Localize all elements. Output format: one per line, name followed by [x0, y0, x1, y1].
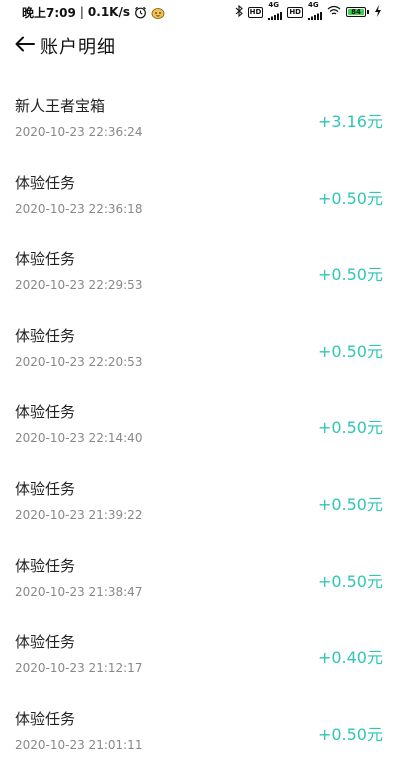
hd-badge-2: HD	[287, 6, 303, 18]
record-title: 新人王者宝箱	[15, 97, 106, 115]
record-title: 体验任务	[15, 479, 76, 498]
back-button[interactable]	[10, 31, 40, 61]
record-amount: +0.50元	[317, 418, 383, 438]
record-item[interactable]: 体验任务 2020-10-23 22:36:18 +0.50元	[0, 155, 394, 232]
record-item[interactable]: 体验任务 2020-10-23 21:38:47 +0.50元	[0, 538, 394, 615]
record-time: 2020-10-23 21:01:11	[15, 737, 143, 752]
record-time: 2020-10-23 21:38:47	[15, 584, 143, 599]
battery-body: 84	[346, 7, 366, 17]
record-item[interactable]: 体验任务 2020-10-23 22:14:40 +0.50元	[0, 384, 394, 461]
signal-icon-2	[308, 9, 322, 23]
record-time: 2020-10-23 22:20:53	[15, 354, 143, 369]
record-title: 体验任务	[15, 633, 76, 652]
status-bar: 晚上7:09 | 0.1K/s HD 4G HD 4G 84	[0, 0, 394, 24]
record-amount: +0.50元	[317, 341, 383, 361]
record-amount: +0.50元	[317, 494, 383, 514]
record-title: 体验任务	[15, 250, 76, 269]
wifi-icon	[327, 5, 341, 19]
record-item[interactable]: 体验任务 2020-10-23 21:12:17 +0.40元	[0, 614, 394, 691]
status-separator: |	[79, 5, 84, 19]
account-records-list: 新人王者宝箱 2020-10-23 22:36:24 +3.16元 体验任务 2…	[0, 78, 394, 767]
arrow-left-icon	[15, 36, 35, 56]
record-item[interactable]: 体验任务 2020-10-23 22:20:53 +0.50元	[0, 308, 394, 385]
record-amount: +0.50元	[317, 724, 383, 744]
record-amount: +0.50元	[317, 188, 383, 208]
alarm-clock-icon	[134, 6, 147, 19]
battery-level: 84	[348, 8, 364, 16]
page-title: 账户明细	[40, 37, 116, 58]
signal-group-1: 4G	[268, 1, 283, 23]
record-title: 体验任务	[15, 326, 76, 345]
record-time: 2020-10-23 22:14:40	[15, 431, 143, 446]
record-title: 体验任务	[15, 709, 76, 728]
lightning-icon	[374, 4, 382, 20]
signal-group-2: 4G	[308, 1, 322, 23]
record-amount: +0.50元	[317, 265, 383, 285]
hd-badge: HD	[247, 6, 264, 18]
status-left: 晚上7:09 | 0.1K/s	[22, 4, 165, 21]
record-item[interactable]: 体验任务 2020-10-23 21:01:11 +0.50元	[0, 691, 394, 768]
app-notification-icon	[151, 6, 165, 19]
record-item[interactable]: 新人王者宝箱 2020-10-23 22:36:24 +3.16元	[0, 78, 394, 155]
battery-tip	[367, 10, 369, 14]
status-time: 晚上7:09	[22, 5, 76, 20]
record-time: 2020-10-23 22:29:53	[15, 278, 143, 293]
network-speed: 0.1K/s	[87, 5, 130, 19]
record-amount: +3.16元	[317, 112, 383, 131]
record-item[interactable]: 体验任务 2020-10-23 22:29:53 +0.50元	[0, 231, 394, 308]
record-time: 2020-10-23 21:39:22	[15, 507, 143, 522]
record-amount: +0.40元	[317, 648, 383, 668]
record-item[interactable]: 体验任务 2020-10-23 21:39:22 +0.50元	[0, 461, 394, 538]
record-title: 体验任务	[15, 556, 76, 575]
network-type-label: 4G	[268, 1, 279, 9]
record-title: 体验任务	[15, 173, 76, 192]
status-right: HD 4G HD 4G 84	[235, 1, 382, 23]
signal-icon	[268, 9, 283, 23]
record-title: 体验任务	[15, 403, 76, 422]
bluetooth-icon	[235, 4, 243, 20]
app-header: 账户明细	[0, 28, 394, 64]
network-type-label-2: 4G	[308, 1, 319, 9]
record-time: 2020-10-23 22:36:24	[15, 125, 143, 139]
battery-indicator: 84	[346, 7, 369, 17]
record-time: 2020-10-23 21:12:17	[15, 661, 143, 676]
record-amount: +0.50元	[317, 571, 383, 591]
record-time: 2020-10-23 22:36:18	[15, 201, 143, 216]
